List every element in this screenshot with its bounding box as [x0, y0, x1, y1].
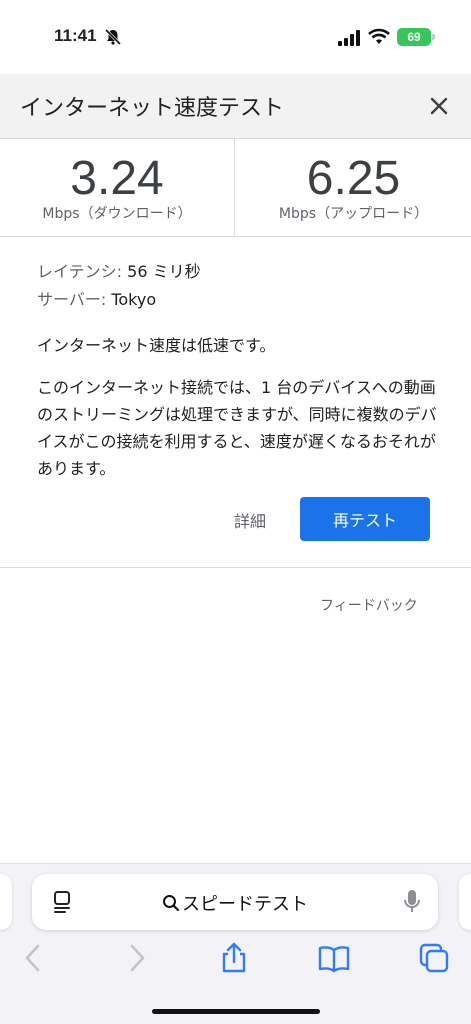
details-link[interactable]: 詳細 [234, 508, 266, 532]
speed-summary: インターネット速度は低速です。 [37, 336, 276, 355]
tabs-icon[interactable] [418, 942, 450, 974]
wifi-icon [368, 28, 390, 44]
search-icon [163, 895, 180, 912]
latency-label: レイテンシ: [37, 262, 123, 281]
upload-value: 6.25 [306, 152, 401, 205]
microphone-icon[interactable] [402, 888, 422, 916]
bell-slash-icon [104, 28, 122, 46]
page-title: インターネット速度テスト [20, 96, 285, 121]
speed-description: このインターネット接続では、1 台のデバイスへの動画のストリーミングは処理できま… [37, 378, 437, 478]
feedback-link[interactable]: フィードバック [320, 595, 418, 615]
status-bar: 11:41 69 [0, 0, 471, 74]
address-text-wrap[interactable]: スピードテスト [32, 890, 438, 916]
download-value: 3.24 [70, 152, 164, 205]
battery-icon: 69 [397, 28, 431, 46]
upload-unit: Mbps（アップロード） [278, 206, 429, 222]
cellular-signal-icon [338, 30, 360, 46]
server-value: Tokyo [111, 290, 157, 309]
close-icon[interactable] [427, 94, 451, 118]
server-label: サーバー: [37, 290, 107, 309]
server-row: サーバー: Tokyo [37, 288, 156, 312]
home-indicator [152, 1009, 320, 1014]
previous-tab-preview[interactable] [0, 874, 12, 930]
battery-level: 69 [407, 30, 421, 44]
address-bar[interactable]: スピードテスト [32, 874, 438, 930]
speed-results: 3.24 Mbps（ダウンロード） 6.25 Mbps（アップロード） [0, 139, 471, 237]
battery-tip [432, 34, 435, 40]
bookmarks-icon[interactable] [318, 942, 350, 974]
latency-value: 56 ミリ秒 [127, 262, 201, 281]
result-details: レイテンシ: 56 ミリ秒 サーバー: Tokyo インターネット速度は低速です… [0, 238, 471, 568]
sheet-header: インターネット速度テスト [0, 74, 471, 139]
back-icon[interactable] [18, 942, 50, 974]
latency-row: レイテンシ: 56 ミリ秒 [37, 260, 201, 284]
address-text: スピードテスト [182, 894, 308, 915]
download-speed: 3.24 Mbps（ダウンロード） [0, 139, 235, 237]
download-unit: Mbps（ダウンロード） [42, 206, 192, 222]
upload-speed: 6.25 Mbps（アップロード） [236, 139, 471, 237]
browser-toolbar: スピードテスト [0, 863, 471, 1024]
status-time: 11:41 [54, 26, 97, 45]
share-icon[interactable] [218, 942, 250, 974]
next-tab-preview[interactable] [459, 874, 471, 930]
retest-button[interactable]: 再テスト [300, 497, 430, 541]
forward-icon[interactable] [120, 942, 152, 974]
